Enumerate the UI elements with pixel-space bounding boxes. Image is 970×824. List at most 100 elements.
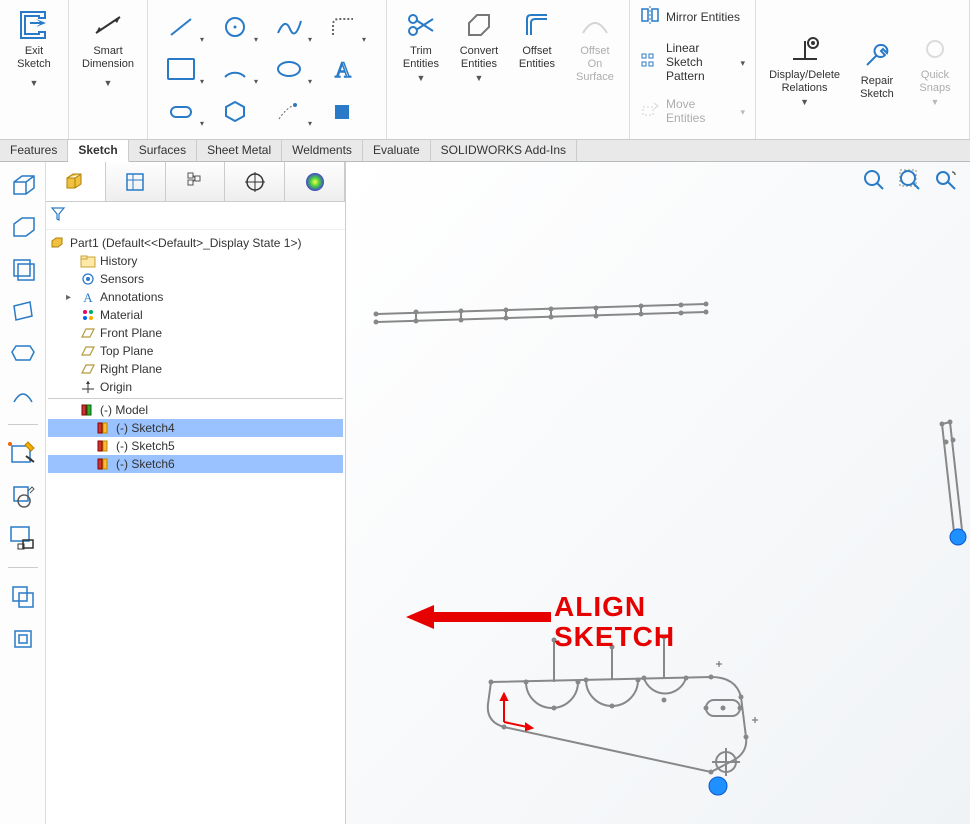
tree-tab-feature[interactable] [46, 162, 106, 201]
tree-item-label: Front Plane [100, 326, 162, 340]
mirror-icon [640, 6, 660, 27]
convert-entities-button[interactable]: ConvertEntities ▼ [451, 4, 507, 88]
chevron-down-icon[interactable]: ▼ [30, 78, 39, 88]
slot-tool[interactable]: ▾ [156, 92, 206, 130]
sketch-right [920, 412, 970, 552]
tree-item[interactable]: Top Plane [48, 342, 343, 360]
left-toolbar [0, 162, 46, 824]
feature-tree: Part1 (Default<<Default>_Display State 1… [46, 230, 345, 824]
zoom-area-icon[interactable] [896, 166, 924, 194]
relations-icon [789, 33, 821, 65]
sweep-icon[interactable] [6, 252, 40, 286]
filter-icon[interactable] [50, 211, 66, 225]
tree-sketch-item[interactable]: (-) Sketch5 [48, 437, 343, 455]
exit-sketch-button[interactable]: ExitSketch [6, 4, 62, 76]
ellipse-tool[interactable]: ▾ [264, 50, 314, 88]
wrench-icon [861, 39, 893, 71]
smart-dimension-button[interactable]: SmartDimension [75, 4, 141, 76]
rectangle-tool[interactable]: ▾ [156, 50, 206, 88]
tree-tab-config[interactable] [166, 162, 226, 201]
tree-tab-property[interactable] [106, 162, 166, 201]
tree-item[interactable]: Material [48, 306, 343, 324]
mirror-entities-button[interactable]: Mirror Entities [636, 4, 744, 29]
tab-solidworks-add-ins[interactable]: SOLIDWORKS Add-Ins [431, 140, 577, 161]
annotations: A [80, 289, 96, 305]
ribbon-group-dimension: SmartDimension ▼ [69, 0, 148, 139]
snaps-icon [919, 33, 951, 65]
sensor [80, 271, 96, 287]
tree-item-label: Annotations [100, 290, 163, 304]
tree-item[interactable]: ▸AAnnotations [48, 288, 343, 306]
move-icon [640, 101, 660, 122]
smart-dimension-label: SmartDimension [82, 45, 134, 71]
move-entities-button: Move Entities ▾ [636, 95, 749, 127]
curves-icon[interactable] [6, 622, 40, 656]
align-sketch-button[interactable] [6, 521, 40, 555]
tree-item-label: Origin [100, 380, 132, 394]
convert-icon [463, 9, 495, 41]
tab-sheet-metal[interactable]: Sheet Metal [197, 140, 282, 161]
line-tool[interactable]: ▾ [156, 8, 206, 46]
sketch-icon-light [96, 438, 112, 454]
edit-sketch-button[interactable] [6, 479, 40, 513]
text-tool[interactable]: A [318, 50, 368, 88]
tree-item[interactable]: History [48, 252, 343, 270]
tab-weldments[interactable]: Weldments [282, 140, 363, 161]
loft-icon[interactable] [6, 294, 40, 328]
ribbon-group-sketch-tools: ▾ ▾ ▾ ▾ ▾ ▾ ▾ A ▾ ▾ [148, 0, 387, 139]
command-tabbar: FeaturesSketchSurfacesSheet MetalWeldmen… [0, 140, 970, 162]
tab-sketch[interactable]: Sketch [68, 140, 128, 162]
tab-surfaces[interactable]: Surfaces [129, 140, 197, 161]
cut-extrude-icon[interactable] [6, 378, 40, 412]
reference-geometry-icon[interactable] [6, 580, 40, 614]
linear-pattern-button[interactable]: Linear Sketch Pattern ▾ [636, 39, 749, 85]
tree-tab-appearance[interactable] [285, 162, 345, 201]
zoom-fit-icon[interactable] [860, 166, 888, 194]
exit-sketch-icon [18, 9, 50, 41]
fillet-tool[interactable]: ▾ [318, 8, 368, 46]
ribbon: ExitSketch ▼ SmartDimension ▼ ▾ ▾ ▾ ▾ ▾ … [0, 0, 970, 140]
tree-tab-dimxpert[interactable] [225, 162, 285, 201]
revolve-icon[interactable] [6, 210, 40, 244]
point-tool[interactable]: ▾ [264, 92, 314, 130]
tree-tab-strip [46, 162, 345, 202]
tree-sketch-item[interactable]: (-) Sketch4 [48, 419, 343, 437]
tab-evaluate[interactable]: Evaluate [363, 140, 431, 161]
tree-item[interactable]: Sensors [48, 270, 343, 288]
chevron-down-icon[interactable]: ▼ [104, 78, 113, 88]
plane-tool[interactable] [318, 92, 368, 130]
tree-root[interactable]: Part1 (Default<<Default>_Display State 1… [48, 234, 343, 252]
view-heads-up-toolbar [860, 166, 960, 194]
tree-sketch-item[interactable]: (-) Model [48, 401, 343, 419]
polygon-tool[interactable] [210, 92, 260, 130]
tab-features[interactable]: Features [0, 140, 68, 161]
repair-sketch-button[interactable]: RepairSketch [849, 34, 905, 106]
ribbon-group-pattern: Mirror Entities Linear Sketch Pattern ▾ … [630, 0, 756, 139]
tree-item[interactable]: Front Plane [48, 324, 343, 342]
tree-root-label: Part1 (Default<<Default>_Display State 1… [70, 236, 301, 250]
smart-dimension-icon [92, 9, 124, 41]
offset-entities-button[interactable]: OffsetEntities [509, 4, 565, 76]
tree-sketch-item[interactable]: (-) Sketch6 [48, 455, 343, 473]
extrude-icon[interactable] [6, 168, 40, 202]
tree-item-label: Right Plane [100, 362, 162, 376]
new-sketch-button[interactable] [6, 437, 40, 471]
sketch-lower [416, 622, 776, 822]
tree-item[interactable]: Origin [48, 378, 343, 396]
trim-entities-button[interactable]: TrimEntities ▼ [393, 4, 449, 88]
spline-tool[interactable]: ▾ [264, 8, 314, 46]
circle-tool[interactable]: ▾ [210, 8, 260, 46]
graphics-viewport[interactable]: ALIGN SKETCH [346, 162, 970, 824]
tree-item[interactable]: Right Plane [48, 360, 343, 378]
tree-filter-row [46, 202, 345, 230]
previous-view-icon[interactable] [932, 166, 960, 194]
folder [80, 253, 96, 269]
tree-item-label: Material [100, 308, 143, 322]
boundary-icon[interactable] [6, 336, 40, 370]
annotation-line2: SKETCH [554, 621, 675, 652]
tree-item-label: (-) Sketch4 [116, 421, 175, 435]
arc-tool[interactable]: ▾ [210, 50, 260, 88]
tree-item-label: Sensors [100, 272, 144, 286]
offset-surface-icon [579, 9, 611, 41]
display-relations-button[interactable]: Display/DeleteRelations ▼ [762, 28, 847, 112]
